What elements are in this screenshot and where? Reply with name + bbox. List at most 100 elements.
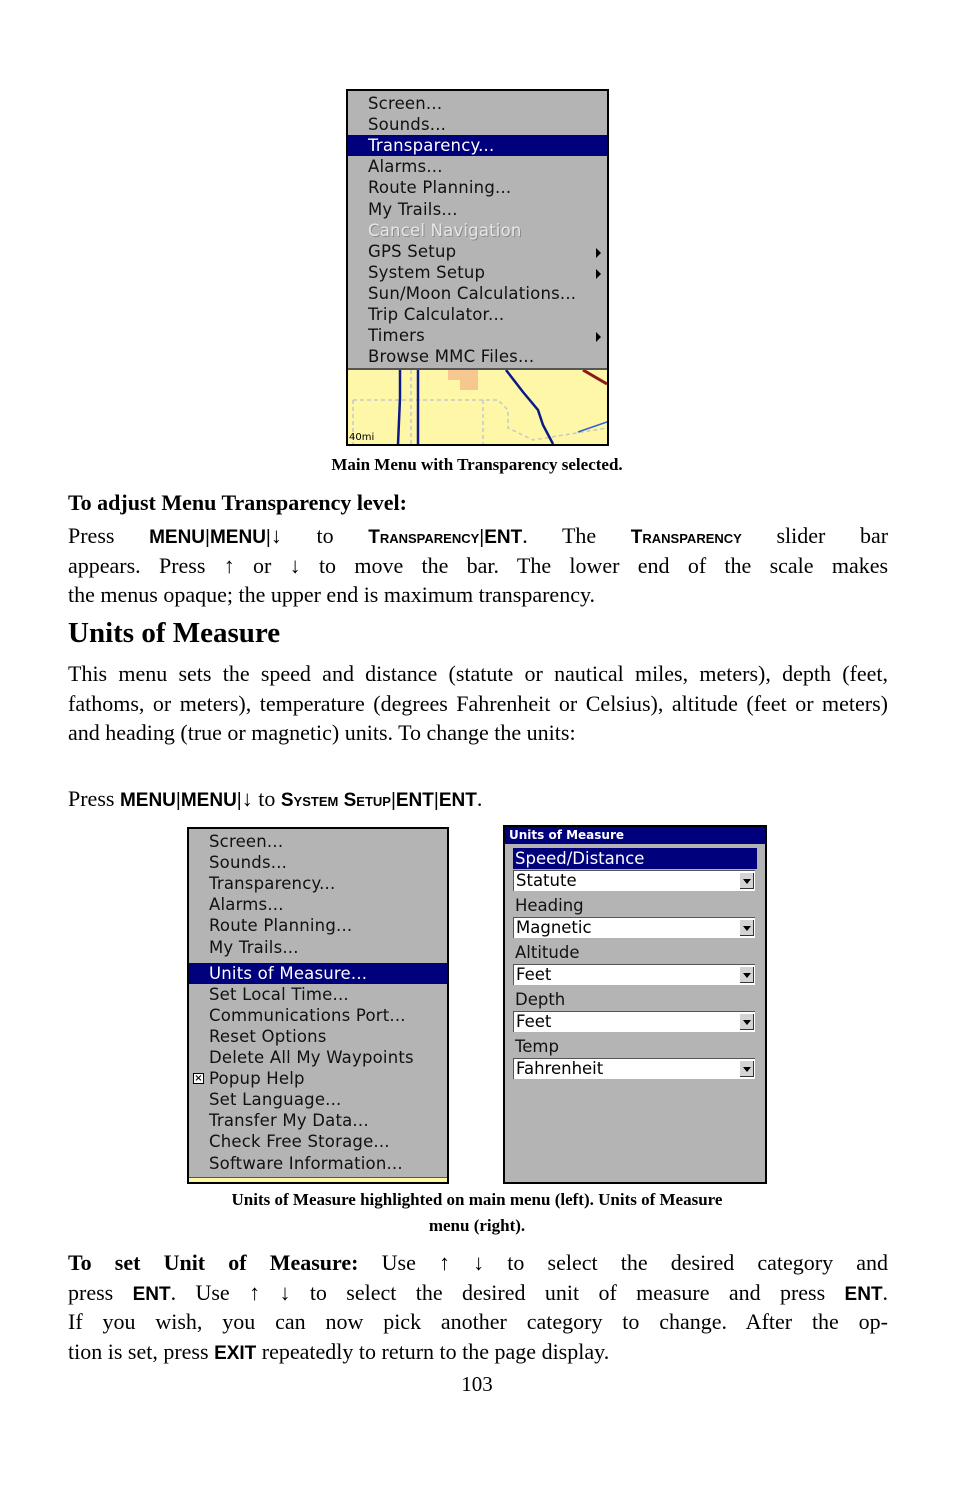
menu-item[interactable]: Check Free Storage... — [189, 1131, 447, 1152]
map-area-patch — [460, 376, 478, 390]
dropdown-value: Magnetic — [516, 918, 592, 937]
text: appears. Press — [68, 553, 206, 578]
text: tion is set, press — [68, 1339, 209, 1364]
dropdown-value: Feet — [516, 965, 552, 984]
text: to select the desired unit of measure an… — [309, 1280, 826, 1305]
chevron-down-icon[interactable] — [740, 873, 754, 889]
menu-item[interactable]: Communications Port... — [189, 1005, 447, 1026]
menu-item[interactable]: Sounds... — [189, 852, 447, 873]
unit-dropdown[interactable]: Statute — [513, 870, 755, 891]
transparency-instructions: Press MENU|MENU|↓ to Transparency|ENT. T… — [68, 523, 889, 548]
figure1-caption: Main Menu with Transparency selected. — [331, 455, 623, 474]
chevron-down-icon[interactable] — [740, 967, 754, 983]
menu-item[interactable]: Software Information... — [189, 1153, 447, 1174]
menu-item[interactable]: Alarms... — [189, 894, 447, 915]
key-ent: ENT — [395, 790, 434, 811]
set-unit-line2: press ENT. Use ↑ ↓ to select the desired… — [68, 1278, 888, 1310]
units-body: This menu sets the speed and distance (s… — [68, 661, 888, 745]
map-graphic — [352, 370, 607, 444]
key-ent: ENT — [844, 1284, 883, 1305]
unit-dropdown[interactable]: Feet — [513, 964, 755, 985]
field-label[interactable]: Temp — [513, 1036, 757, 1057]
menu-item[interactable]: Screen... — [189, 831, 447, 852]
field-label[interactable]: Speed/Distance — [513, 848, 757, 869]
menu-item[interactable]: Units of Measure... — [189, 962, 447, 984]
text: Press — [68, 523, 115, 548]
menu-item[interactable]: × Popup Help — [189, 1068, 447, 1089]
transparency-instructions-line2: appears. Press ↑ or ↓ to move the bar. T… — [68, 551, 888, 581]
menu-item[interactable]: System Setup — [348, 262, 607, 283]
page-number: 103 — [461, 1372, 493, 1396]
menu-item-label: Alarms... — [209, 895, 284, 915]
text: . The — [522, 523, 597, 548]
dropdown-value: Statute — [516, 871, 577, 890]
transparency-subheading: To adjust Menu Transparency level: — [68, 488, 888, 518]
menu-item[interactable]: Set Language... — [189, 1089, 447, 1110]
key-ent: ENT — [438, 790, 477, 811]
menu-item[interactable]: Timers — [348, 325, 607, 346]
submenu-arrow-icon — [596, 332, 601, 343]
key-ent: ENT — [132, 1284, 171, 1305]
text: Use — [381, 1250, 416, 1275]
menu-item-label: Trip Calculator... — [368, 305, 505, 324]
menu-item[interactable]: GPS Setup — [348, 241, 607, 262]
submenu-arrow-icon — [596, 268, 601, 279]
menu-item[interactable]: Route Planning... — [348, 177, 607, 198]
figure2-caption-line2: menu (right). — [428, 1216, 526, 1235]
menu-item-label: Screen... — [209, 832, 284, 851]
text: to — [258, 786, 276, 811]
set-unit-line1: To set Unit of Measure: Use ↑ ↓ to selec… — [68, 1248, 888, 1278]
menu-item[interactable]: Alarms... — [348, 156, 607, 177]
menu-item[interactable]: Sounds... — [348, 114, 607, 135]
map-road-major — [582, 370, 607, 386]
menu-item-label: Delete All My Waypoints — [209, 1048, 414, 1067]
chevron-down-icon[interactable] — [740, 1014, 754, 1030]
key-menu: MENU — [180, 790, 237, 811]
menu-item-label: Set Language... — [209, 1090, 342, 1110]
figure2-caption-line1: Units of Measure highlighted on main men… — [231, 1190, 723, 1209]
menu-item[interactable]: Transfer My Data... — [189, 1110, 447, 1131]
set-unit-lead: To set Unit of Measure: — [68, 1250, 359, 1275]
arrow-down-icon: ↓ — [279, 1280, 291, 1305]
key-system-setup: System Setup — [280, 790, 391, 811]
menu-item[interactable]: My Trails... — [348, 199, 607, 220]
field-label[interactable]: Heading — [513, 895, 757, 916]
text: . — [476, 786, 483, 811]
arrow-up-icon: ↑ — [439, 1250, 450, 1275]
chevron-down-icon[interactable] — [740, 920, 754, 936]
map-road — [505, 370, 555, 444]
menu-item[interactable]: Delete All My Waypoints — [189, 1047, 447, 1068]
units-press-line: Press MENU|MENU|↓ to System Setup|ENT|EN… — [68, 786, 483, 811]
checkbox-checked-icon[interactable]: × — [193, 1073, 204, 1085]
chevron-down-icon[interactable] — [740, 1061, 754, 1077]
dropdown-value: Fahrenheit — [516, 1059, 604, 1078]
menu-item-label: Check Free Storage... — [209, 1132, 390, 1152]
set-unit-line4: tion is set, press EXIT repeatedly to re… — [68, 1337, 888, 1369]
menu-item-label: My Trails... — [368, 199, 458, 219]
menu-item[interactable]: Transparency... — [348, 135, 607, 157]
field-label[interactable]: Altitude — [513, 942, 757, 963]
text: to select the desired category and — [507, 1250, 889, 1275]
text: Press — [68, 786, 115, 811]
menu-item[interactable]: Screen... — [348, 93, 607, 114]
field-label[interactable]: Depth — [513, 989, 757, 1010]
menu-item[interactable]: My Trails... — [189, 937, 447, 958]
menu-item-label: Screen... — [368, 94, 443, 113]
text: press — [68, 1280, 114, 1305]
key-ent: ENT — [484, 527, 523, 548]
menu-item[interactable]: Browse MMC Files... — [348, 346, 607, 367]
map-scale-label: 40mi — [349, 432, 375, 443]
menu-item[interactable]: Sun/Moon Calculations... — [348, 283, 607, 304]
menu-item-label: Alarms... — [368, 157, 443, 177]
menu-item[interactable]: Route Planning... — [189, 915, 447, 936]
unit-dropdown[interactable]: Magnetic — [513, 917, 755, 938]
menu-item[interactable]: Reset Options — [189, 1026, 447, 1047]
main-menu-screen-transparency: Screen... Sounds... Transparency... Alarms.… — [346, 89, 609, 446]
menu-item[interactable]: Transparency... — [189, 873, 447, 894]
key-menu: MENU — [149, 527, 206, 548]
map-background: 40mi — [348, 368, 607, 444]
menu-item[interactable]: Set Local Time... — [189, 984, 447, 1005]
menu-item[interactable]: Trip Calculator... — [348, 304, 607, 325]
unit-dropdown[interactable]: Fahrenheit — [513, 1058, 755, 1079]
unit-dropdown[interactable]: Feet — [513, 1011, 755, 1032]
